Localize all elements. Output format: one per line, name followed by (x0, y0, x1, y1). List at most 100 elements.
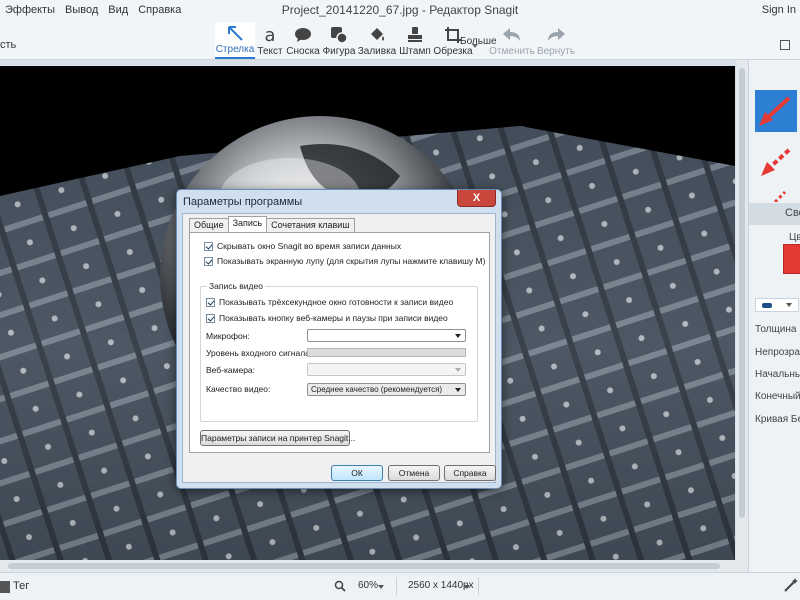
tab-page: Скрывать окно Snagit во время записи дан… (189, 232, 490, 453)
tool-crop-label: Обрезка (433, 46, 473, 57)
webcam-select[interactable] (307, 363, 466, 376)
tool-shape-label: Фигура (322, 46, 356, 57)
tool-text-label: Текст (257, 46, 283, 57)
hide-window-checkbox[interactable] (204, 241, 213, 251)
text-icon: a (264, 24, 276, 46)
arrow-style-1[interactable] (755, 90, 797, 132)
stamp-icon (406, 24, 424, 46)
zoom-select[interactable]: 60% (358, 580, 378, 591)
webcam-button-option[interactable]: Показывать кнопку веб-камеры и паузы при… (206, 313, 448, 323)
video-quality-label: Качество видео: (206, 384, 271, 394)
countdown-checkbox[interactable] (206, 297, 215, 307)
prop-start: Начальный (755, 369, 800, 380)
tool-fill[interactable]: Заливка (357, 22, 397, 59)
chevron-down-icon (786, 303, 792, 307)
dashed-red-arrow-icon (761, 148, 791, 176)
sign-in-link[interactable]: Sign In (762, 4, 796, 16)
dotted-red-arrow-icon (773, 190, 787, 204)
magic-wand-icon[interactable] (784, 578, 798, 592)
divider (478, 577, 479, 595)
tool-group: Стрелка a Текст Сноска Фигура Заливка Шт… (215, 22, 473, 59)
countdown-option[interactable]: Показывать трёхсекундное окно готовности… (206, 297, 453, 307)
toolbar: сть Стрелка a Текст Сноска Фигура Заливк… (0, 22, 800, 60)
prop-bezier: Кривая Без (755, 414, 800, 425)
prop-thickness: Толщина (755, 324, 797, 335)
tab-hotkeys[interactable]: Сочетания клавиш (266, 218, 355, 232)
video-quality-select[interactable]: Среднее качество (рекомендуется) (307, 383, 466, 396)
undo-icon (502, 24, 522, 46)
horizontal-scroll-thumb[interactable] (8, 563, 720, 569)
help-button[interactable]: Справка (444, 465, 496, 481)
tag-icon (0, 581, 10, 593)
hide-window-option[interactable]: Скрывать окно Snagit во время записи дан… (204, 241, 401, 251)
restore-window-icon[interactable] (780, 40, 790, 50)
divider (396, 577, 397, 595)
arrow-cursor-icon (226, 22, 244, 44)
input-level-meter (307, 348, 466, 357)
tab-general[interactable]: Общие (189, 218, 229, 232)
tool-callout-label: Сноска (286, 46, 320, 57)
arrow-style-3[interactable] (755, 182, 797, 204)
preferences-dialog: Параметры программы X Общие Запись Сочет… (176, 189, 502, 489)
tool-stamp-label: Штамп (399, 46, 431, 57)
callout-icon (294, 24, 312, 46)
cancel-button[interactable]: Отмена (388, 465, 440, 481)
tool-text[interactable]: a Текст (255, 22, 285, 59)
tag-button[interactable]: Тег (13, 580, 29, 592)
group-title: Запись видео (207, 281, 265, 291)
menu-help[interactable]: Справка (133, 4, 186, 16)
tool-fill-label: Заливка (357, 46, 397, 57)
arrow-style-2[interactable] (755, 140, 797, 182)
webcam-label: Веб-камера: (206, 365, 256, 375)
menu-effects[interactable]: Эффекты (0, 4, 60, 16)
tab-capture[interactable]: Запись (227, 216, 268, 232)
prop-opacity: Непрозрачн (755, 347, 800, 358)
ok-button[interactable]: ОК (331, 465, 383, 481)
chevron-down-icon (455, 334, 461, 338)
line-style-preview (762, 303, 772, 308)
tool-stamp[interactable]: Штамп (397, 22, 433, 59)
properties-panel: Сво Цв Толщина Непрозрачн Начальный Коне… (748, 60, 800, 572)
properties-tab[interactable]: Сво (749, 203, 800, 225)
chevron-down-icon (455, 388, 461, 392)
more-caret-icon (472, 44, 478, 48)
undo-button[interactable]: Отменить (489, 22, 535, 59)
redo-button[interactable]: Вернуть (534, 22, 578, 59)
dialog-tabs: Общие Запись Сочетания клавиш (189, 216, 355, 232)
printer-capture-settings-button[interactable]: Параметры записи на принтер Snagit... (200, 430, 355, 446)
red-arrow-icon (759, 96, 791, 126)
tool-shape[interactable]: Фигура (321, 22, 357, 59)
magnifier-option[interactable]: Показывать экранную лупу (для скрытия лу… (204, 256, 485, 266)
dialog-title: Параметры программы (183, 196, 303, 208)
webcam-button-checkbox[interactable] (206, 313, 215, 323)
magnifier-label: Показывать экранную лупу (для скрытия лу… (217, 256, 486, 266)
microphone-select[interactable] (307, 329, 466, 342)
tool-arrow[interactable]: Стрелка (215, 22, 255, 59)
fill-icon (368, 24, 386, 46)
color-label: Цв (789, 232, 800, 243)
chevron-down-icon (464, 585, 470, 589)
video-quality-value: Среднее качество (рекомендуется) (311, 385, 443, 394)
chevron-down-icon (378, 585, 384, 589)
chevron-down-icon (455, 368, 461, 372)
webcam-button-label: Показывать кнопку веб-камеры и паузы при… (219, 313, 448, 323)
color-swatch[interactable] (783, 244, 800, 274)
menu-bar: Эффекты Вывод Вид Справка (0, 4, 186, 16)
horizontal-scrollbar[interactable] (0, 560, 736, 572)
menu-view[interactable]: Вид (103, 4, 133, 16)
menu-output[interactable]: Вывод (60, 4, 103, 16)
left-toolbar-label[interactable]: сть (0, 39, 16, 51)
vertical-scroll-thumb[interactable] (739, 68, 745, 518)
redo-label: Вернуть (536, 46, 576, 57)
vertical-scrollbar[interactable] (736, 60, 748, 572)
tool-arrow-label: Стрелка (215, 44, 255, 55)
magnifier-checkbox[interactable] (204, 256, 213, 266)
line-style-select[interactable] (755, 298, 799, 312)
prop-end: Конечный р (755, 391, 800, 402)
tool-callout[interactable]: Сноска (285, 22, 321, 59)
close-button[interactable]: X (457, 190, 496, 207)
undo-label: Отменить (489, 46, 535, 57)
microphone-label: Микрофон: (206, 331, 250, 341)
search-icon[interactable] (334, 580, 346, 592)
shape-icon (330, 24, 348, 46)
